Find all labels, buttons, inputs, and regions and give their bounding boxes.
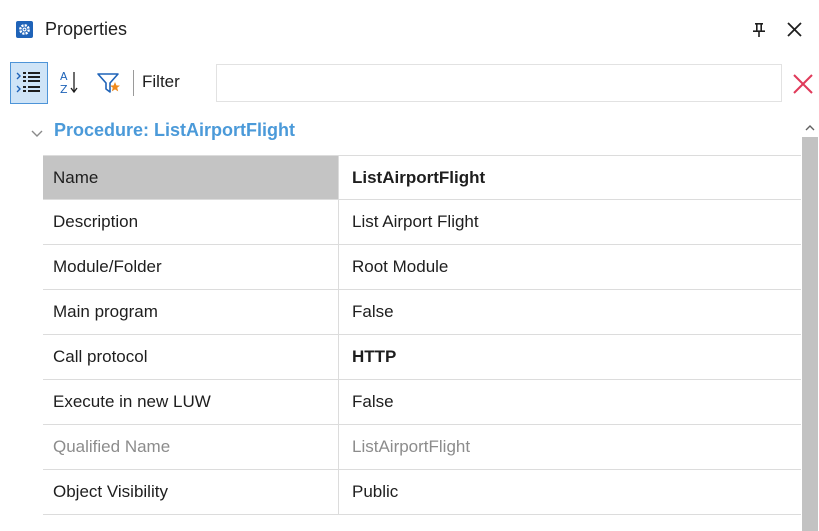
property-name: Module/Folder bbox=[43, 245, 339, 289]
close-icon[interactable] bbox=[786, 21, 803, 38]
property-value[interactable]: ListAirportFlight bbox=[340, 156, 801, 199]
svg-text:A: A bbox=[60, 70, 68, 83]
toolbar-separator bbox=[133, 70, 134, 96]
category-label: Procedure: ListAirportFlight bbox=[54, 120, 296, 140]
sort-alphabetical-button[interactable]: A Z bbox=[59, 68, 81, 98]
property-row-qualified-name[interactable]: Qualified Name ListAirportFlight bbox=[43, 425, 801, 470]
property-name: Name bbox=[43, 156, 339, 199]
property-value[interactable]: Root Module bbox=[340, 245, 801, 289]
property-name: Object Visibility bbox=[43, 470, 339, 514]
property-name: Description bbox=[43, 200, 339, 244]
property-value[interactable]: Public bbox=[340, 470, 801, 514]
svg-text:Z: Z bbox=[60, 83, 68, 96]
vertical-scrollbar[interactable] bbox=[801, 109, 819, 531]
property-name: Execute in new LUW bbox=[43, 380, 339, 424]
categorized-view-icon bbox=[16, 72, 40, 93]
filter-input[interactable] bbox=[216, 64, 782, 102]
property-row-description[interactable]: Description List Airport Flight bbox=[43, 200, 801, 245]
properties-window: Properties A Z Filter Procedure: ListAir… bbox=[0, 0, 819, 531]
scrollbar-thumb[interactable] bbox=[802, 137, 818, 531]
property-row-execute-in-new-luw[interactable]: Execute in new LUW False bbox=[43, 380, 801, 425]
sort-alphabetical-icon: A Z bbox=[60, 70, 78, 96]
property-row-call-protocol[interactable]: Call protocol HTTP bbox=[43, 335, 801, 380]
properties-gear-icon bbox=[16, 21, 33, 38]
categorized-view-button[interactable] bbox=[10, 62, 48, 104]
title-bar: Properties bbox=[0, 0, 819, 59]
filter-label: Filter bbox=[142, 72, 180, 91]
panel-title: Properties bbox=[45, 19, 128, 39]
property-value[interactable]: False bbox=[340, 380, 801, 424]
property-grid: Procedure: ListAirportFlight Name ListAi… bbox=[0, 109, 801, 531]
property-value[interactable]: List Airport Flight bbox=[340, 200, 801, 244]
property-value: ListAirportFlight bbox=[352, 437, 471, 456]
property-value[interactable]: HTTP bbox=[340, 335, 801, 379]
property-row-name[interactable]: Name ListAirportFlight bbox=[43, 155, 801, 200]
category-header[interactable]: Procedure: ListAirportFlight bbox=[0, 109, 801, 155]
scroll-up-arrow-icon[interactable] bbox=[805, 119, 815, 131]
property-name: Main program bbox=[43, 290, 339, 334]
properties-toolbar: A Z Filter bbox=[0, 58, 819, 109]
chevron-down-icon[interactable] bbox=[30, 127, 44, 139]
property-row-object-visibility[interactable]: Object Visibility Public bbox=[43, 470, 801, 515]
property-row-module-folder[interactable]: Module/Folder Root Module bbox=[43, 245, 801, 290]
property-value[interactable]: False bbox=[340, 290, 801, 334]
property-row-main-program[interactable]: Main program False bbox=[43, 290, 801, 335]
property-name: Qualified Name bbox=[43, 425, 339, 469]
filter-icon bbox=[97, 73, 120, 93]
property-rows: Name ListAirportFlight Description List … bbox=[43, 155, 801, 515]
pin-icon[interactable] bbox=[751, 20, 767, 40]
property-name: Call protocol bbox=[43, 335, 339, 379]
filter-button[interactable] bbox=[96, 70, 122, 96]
clear-filter-icon[interactable] bbox=[791, 72, 815, 96]
